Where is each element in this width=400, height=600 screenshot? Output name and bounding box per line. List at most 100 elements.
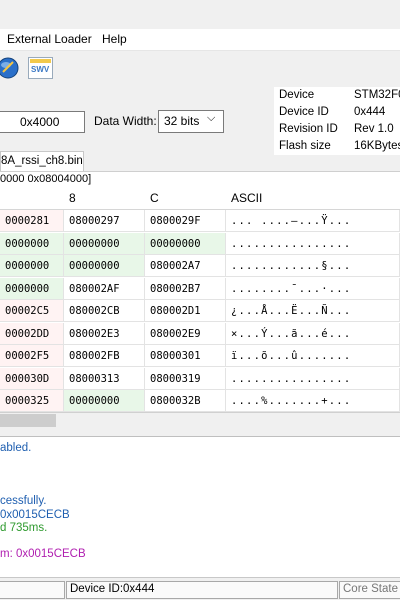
device-info-row: Device ID 0x444 (274, 105, 400, 122)
ascii-cell[interactable]: ï...õ...û....... (226, 345, 400, 367)
ascii-cell[interactable]: ....%.......+... (226, 390, 400, 412)
cell-value: 0000000 (5, 260, 50, 272)
status-bar: Device ID:0x444 Core State : (0, 577, 400, 600)
memory-cell[interactable]: 0800032B (145, 390, 226, 412)
memory-cell[interactable]: 08000301 (145, 345, 226, 367)
memory-cell[interactable]: 0000325 (0, 390, 64, 412)
device-info-value: 0x444 (354, 106, 386, 118)
memory-cell[interactable]: 080002CB (64, 300, 145, 322)
cell-value: 00002DD (5, 327, 50, 340)
device-info-row: Flash size 16KBytes (274, 139, 400, 156)
cell-value: 080002FB (69, 350, 120, 362)
cell-value: ........¯...·... (231, 282, 352, 295)
memory-cell[interactable]: 00000000 (145, 232, 226, 255)
cell-value: 080002A7 (150, 260, 201, 272)
column-header: 8 (64, 188, 146, 210)
cell-value: 080002CB (69, 305, 120, 317)
memory-cell[interactable]: 08000313 (64, 367, 145, 390)
log-line: m: 0x0015CECB (0, 548, 86, 560)
size-value: 0x4000 (20, 115, 60, 129)
menu-external-loader[interactable]: External Loader (7, 32, 92, 46)
scrollbar-thumb[interactable] (0, 414, 56, 427)
address-range: 0000 0x08004000] (0, 173, 92, 185)
memory-cell[interactable]: 00002DD (0, 322, 64, 345)
memory-table[interactable]: 8 C ASCII 0000281 08000297 0800029F ... ...… (0, 188, 400, 412)
device-info-label: Revision ID (279, 123, 338, 135)
cell-value: 000030D (5, 372, 50, 385)
cell-value: ................ (231, 372, 352, 385)
memory-cell[interactable]: 080002D1 (145, 300, 226, 322)
ascii-cell[interactable]: ........¯...·... (226, 277, 400, 300)
cell-value: ................ (231, 237, 352, 250)
memory-cell[interactable]: 00000000 (64, 390, 145, 412)
log-line: 0x0015CECB (0, 509, 70, 521)
memory-cell[interactable]: 0000281 (0, 210, 64, 232)
memory-cell[interactable]: 00002C5 (0, 300, 64, 322)
memory-cell[interactable]: 00000000 (64, 255, 145, 277)
ascii-cell[interactable]: ............§... (226, 255, 400, 277)
memory-cell[interactable]: 08000297 (64, 210, 145, 232)
device-info-row: Revision ID Rev 1.0 (274, 122, 400, 139)
device-info-label: Device (279, 89, 315, 101)
memory-cell[interactable]: 0800029F (145, 210, 226, 232)
memory-cell[interactable]: 08000319 (145, 367, 226, 390)
memory-cell[interactable]: 080002FB (64, 345, 145, 367)
file-tab-label: 8A_rssi_ch8.bin (1, 155, 83, 167)
cell-value: 0000281 (5, 215, 50, 227)
cell-value: 0800032B (150, 395, 201, 407)
memory-cell[interactable]: 080002E3 (64, 322, 145, 345)
device-info-value: 16KBytes (354, 140, 400, 152)
cell-value: 0800029F (150, 215, 201, 227)
cell-value: ï...õ...û....... (231, 350, 352, 362)
memory-cell[interactable]: 080002AF (64, 277, 145, 300)
address-range-bar: 0000 0x08004000] (0, 171, 400, 189)
menu-bar: External Loader Help (0, 29, 400, 51)
log-panel: abled. cessfully. 0x0015CECB d 735ms. m: 0x0… (0, 436, 400, 577)
swv-label: SWV (31, 65, 50, 74)
cell-value: 080002D1 (150, 305, 201, 317)
memory-cell[interactable]: 0000000 (0, 277, 64, 300)
log-line: d 735ms. (0, 522, 48, 534)
cell-value: 080002AF (69, 282, 120, 295)
device-info-value: Rev 1.0 (354, 123, 394, 135)
column-header (0, 188, 65, 210)
ascii-cell[interactable]: ¿...Å...Ë...Ñ... (226, 300, 400, 322)
log-line: cessfully. (0, 495, 47, 507)
menu-help[interactable]: Help (102, 32, 127, 46)
cell-value: ... ....—...Ÿ... (231, 215, 352, 227)
file-tab[interactable]: 8A_rssi_ch8.bin (0, 151, 84, 172)
ascii-cell[interactable]: ... ....—...Ÿ... (226, 210, 400, 232)
connect-icon[interactable] (0, 56, 20, 80)
size-input[interactable]: 0x4000 (0, 111, 85, 133)
cell-value: 0000000 (5, 282, 50, 295)
memory-cell[interactable]: 080002A7 (145, 255, 226, 277)
cell-value: 00002F5 (5, 350, 50, 362)
memory-cell[interactable]: 000030D (0, 367, 64, 390)
log-line: abled. (0, 442, 32, 454)
memory-cell[interactable]: 080002E9 (145, 322, 226, 345)
device-info-row: Device STM32F0 (274, 88, 400, 105)
data-width-value: 32 bits (164, 114, 200, 128)
swv-button[interactable]: SWV (28, 57, 53, 79)
column-header: ASCII (226, 188, 400, 210)
cell-value: 00000000 (69, 260, 120, 272)
horizontal-scrollbar[interactable] (0, 412, 400, 431)
ascii-cell[interactable]: ................ (226, 232, 400, 255)
cell-value: 080002E3 (69, 327, 120, 340)
cell-value: 00000000 (150, 237, 201, 250)
memory-cell[interactable]: 00002F5 (0, 345, 64, 367)
cell-value: 08000297 (69, 215, 120, 227)
ascii-cell[interactable]: ................ (226, 367, 400, 390)
cell-value: 08000301 (150, 350, 201, 362)
memory-cell[interactable]: 00000000 (64, 232, 145, 255)
data-width-select[interactable]: 32 bits ⌵ (158, 110, 224, 133)
ascii-cell[interactable]: ×...Ý...ã...é... (226, 322, 400, 345)
cell-value: ×...Ý...ã...é... (231, 327, 352, 340)
cell-value: 08000313 (69, 372, 120, 385)
memory-cell[interactable]: 0000000 (0, 255, 64, 277)
memory-cell[interactable]: 080002B7 (145, 277, 226, 300)
status-core-state: Core State : (339, 581, 400, 599)
status-device-id: Device ID:0x444 (66, 581, 338, 599)
swv-icon-band (30, 59, 51, 63)
memory-cell[interactable]: 0000000 (0, 232, 64, 255)
